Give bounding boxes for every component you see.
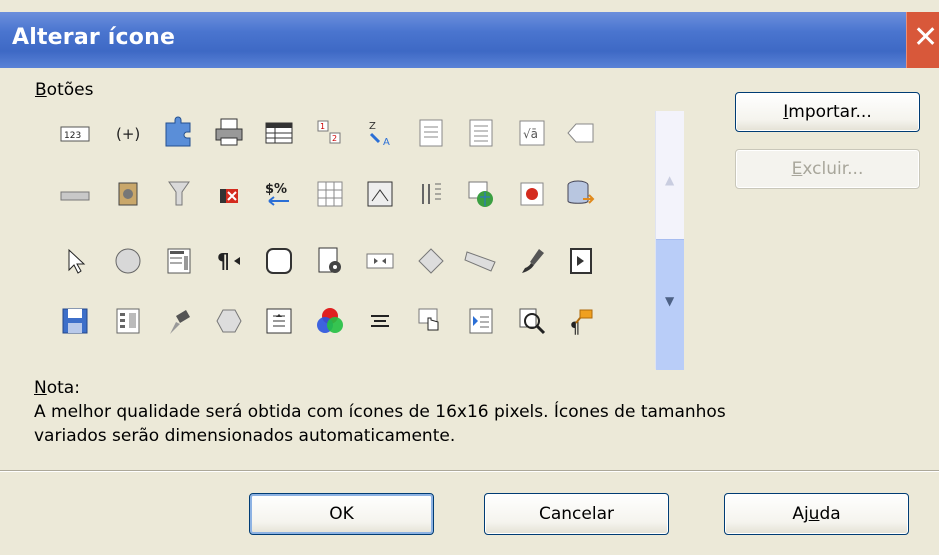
color-wheel-icon[interactable] <box>313 304 347 338</box>
bar-icon[interactable] <box>58 179 92 213</box>
svg-text:Z: Z <box>369 121 376 132</box>
formula-icon[interactable]: √ā <box>515 116 549 150</box>
record-icon[interactable] <box>515 177 549 211</box>
paragraph-style-icon[interactable]: ¶ <box>564 304 598 338</box>
svg-text:123: 123 <box>64 131 81 141</box>
list-box-icon[interactable] <box>162 244 196 278</box>
svg-text:A: A <box>383 137 390 148</box>
tag-icon[interactable] <box>564 116 598 150</box>
chevron-down-icon: ▼ <box>665 294 675 308</box>
note-line-2: variados serão dimensionados automaticam… <box>34 426 456 446</box>
grid-icon[interactable] <box>313 177 347 211</box>
image-edit-icon[interactable] <box>363 177 397 211</box>
help-button[interactable]: Ajuda <box>724 493 909 535</box>
zoom-icon[interactable] <box>515 304 549 338</box>
import-button[interactable]: Importar... <box>735 92 920 132</box>
svg-text:$%: $% <box>265 182 287 197</box>
dialog-title: Alterar ícone <box>12 25 176 50</box>
sort-az-icon[interactable]: ZA <box>363 116 397 150</box>
table-icon[interactable] <box>262 116 296 150</box>
ok-button[interactable]: OK <box>249 493 434 535</box>
note-section: Nota: A melhor qualidade será obtida com… <box>34 376 854 448</box>
pointer-icon[interactable] <box>58 244 92 278</box>
number-field-icon[interactable]: 123 <box>58 117 92 151</box>
circle-icon[interactable] <box>111 244 145 278</box>
change-icon-dialog: Alterar ícone ✕ Botões 123 (+) 12 ZA √ā … <box>0 0 939 555</box>
delete-button[interactable]: Excluir... <box>735 149 920 189</box>
svg-text:√ā: √ā <box>523 127 538 141</box>
scroll-up-button[interactable]: ▲ <box>656 111 684 239</box>
note-line-1: A melhor qualidade será obtida com ícone… <box>34 402 726 422</box>
document-lines-icon[interactable] <box>464 116 498 150</box>
database-icon[interactable] <box>564 177 598 211</box>
save-icon[interactable] <box>58 304 92 338</box>
paint-bucket-icon[interactable] <box>162 304 196 338</box>
delete-red-icon[interactable] <box>212 178 246 212</box>
filter-icon[interactable] <box>162 177 196 211</box>
form-icon[interactable] <box>111 304 145 338</box>
hand-pointer-icon[interactable] <box>414 304 448 338</box>
pilcrow-icon[interactable]: ¶ <box>212 244 246 278</box>
close-button[interactable]: ✕ <box>906 12 939 68</box>
diamond-icon[interactable] <box>414 244 448 278</box>
svg-text:¶: ¶ <box>217 249 230 273</box>
film-icon[interactable] <box>111 177 145 211</box>
document-icon[interactable] <box>414 116 448 150</box>
svg-text:2: 2 <box>332 134 337 143</box>
svg-text:(+): (+) <box>116 125 140 143</box>
brush-icon[interactable] <box>515 244 549 278</box>
svg-text:1: 1 <box>320 122 325 131</box>
parallelogram-icon[interactable] <box>464 244 498 278</box>
footer-divider <box>0 470 939 472</box>
hexagon-icon[interactable] <box>212 304 246 338</box>
slideshow-icon[interactable] <box>564 244 598 278</box>
close-icon: ✕ <box>913 20 939 55</box>
align-center-icon[interactable] <box>363 304 397 338</box>
buttons-section-label: Botões <box>35 80 94 100</box>
chart-map-icon[interactable] <box>464 177 498 211</box>
paren-icon[interactable]: (+) <box>111 117 145 151</box>
media-icon[interactable] <box>363 244 397 278</box>
navigator-icon[interactable] <box>262 304 296 338</box>
currency-icon[interactable]: $% <box>262 177 296 211</box>
chevron-up-icon: ▲ <box>665 173 675 187</box>
title-bar: Alterar ícone <box>0 12 939 68</box>
columns-icon[interactable] <box>414 177 448 211</box>
scroll-thumb[interactable]: ▼ <box>656 239 684 370</box>
cancel-button[interactable]: Cancelar <box>484 493 669 535</box>
rounded-rect-icon[interactable] <box>262 244 296 278</box>
puzzle-icon[interactable] <box>162 115 196 149</box>
note-label: Nota: <box>34 378 80 398</box>
document-arrow-icon[interactable] <box>464 304 498 338</box>
document-gear-icon[interactable] <box>313 244 347 278</box>
icon-scrollbar[interactable]: ▲ ▼ <box>655 111 684 370</box>
printer-icon[interactable] <box>212 115 246 149</box>
icon-sequence[interactable]: 12 <box>313 116 347 150</box>
